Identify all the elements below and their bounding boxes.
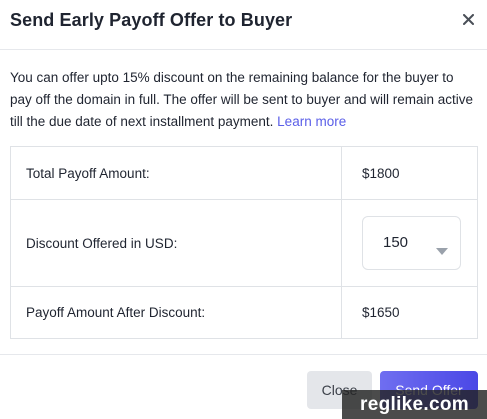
chevron-down-icon	[436, 243, 448, 255]
modal-title: Send Early Payoff Offer to Buyer	[10, 10, 293, 30]
payoff-table: Total Payoff Amount: $1800 Discount Offe…	[10, 146, 478, 339]
description-text: You can offer upto 15% discount on the r…	[10, 70, 474, 129]
discount-cell: 150	[341, 199, 478, 287]
total-payoff-value: $1800	[341, 146, 478, 200]
table-row: Discount Offered in USD: 150	[10, 199, 478, 287]
modal-header: Send Early Payoff Offer to Buyer	[0, 0, 487, 50]
offer-description: You can offer upto 15% discount on the r…	[10, 67, 478, 133]
discount-select[interactable]: 150	[362, 216, 461, 270]
discount-label: Discount Offered in USD:	[10, 199, 342, 287]
early-payoff-modal: Send Early Payoff Offer to Buyer You can…	[0, 0, 487, 419]
total-payoff-label: Total Payoff Amount:	[10, 146, 342, 200]
close-icon[interactable]	[459, 10, 477, 28]
footer-divider	[0, 354, 487, 355]
after-discount-value: $1650	[341, 286, 478, 339]
discount-select-value: 150	[383, 234, 409, 251]
watermark: reglike.com	[342, 390, 487, 419]
table-row: Payoff Amount After Discount: $1650	[10, 286, 478, 339]
learn-more-link[interactable]: Learn more	[277, 114, 346, 129]
table-row: Total Payoff Amount: $1800	[10, 146, 478, 200]
after-discount-label: Payoff Amount After Discount:	[10, 286, 342, 339]
